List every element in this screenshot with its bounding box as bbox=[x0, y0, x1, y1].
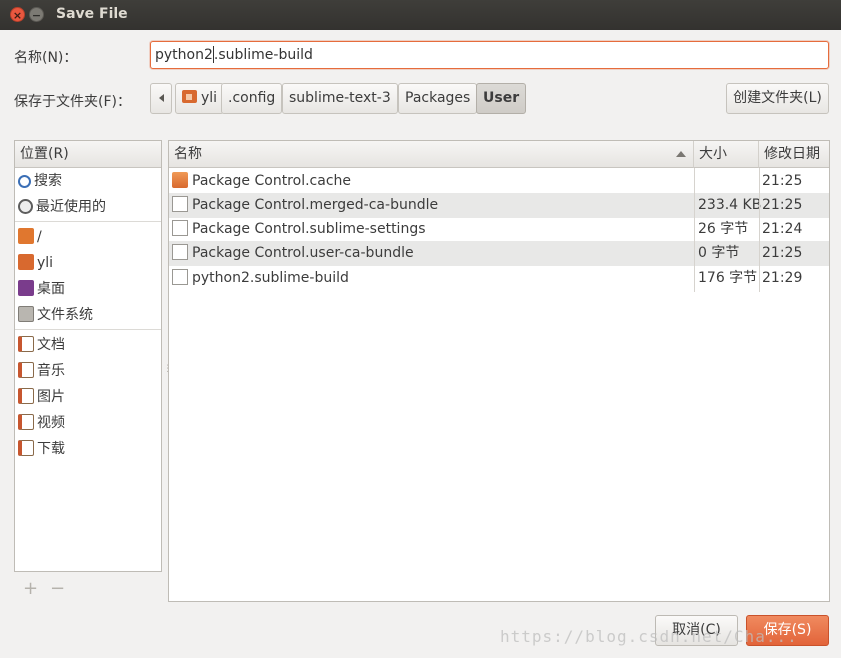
file-list: 名称 大小 修改日期 Package Control.cache 21:25 P… bbox=[168, 140, 830, 602]
file-row[interactable]: Package Control.user-ca-bundle 0 字节 21:2… bbox=[169, 241, 829, 266]
place-recent[interactable]: 最近使用的 bbox=[15, 194, 161, 220]
path-crumb-config[interactable]: .config bbox=[221, 83, 283, 114]
column-header-size[interactable]: 大小 bbox=[694, 141, 759, 168]
place-pictures[interactable]: 图片 bbox=[15, 384, 161, 410]
path-crumb-user[interactable]: User bbox=[476, 83, 527, 114]
file-icon bbox=[172, 244, 188, 260]
file-row[interactable]: Package Control.cache 21:25 bbox=[169, 169, 829, 194]
desktop-icon bbox=[18, 280, 34, 296]
places-sidebar: 位置(R) 搜索 最近使用的 / yli 桌面 文件系统 文档 音乐 图片 视频… bbox=[14, 140, 162, 572]
path-crumb-yli[interactable]: yli bbox=[175, 83, 225, 114]
column-divider bbox=[759, 168, 760, 292]
title-bar: × − Save File bbox=[0, 0, 841, 30]
places-divider bbox=[15, 329, 161, 330]
filename-input[interactable]: python2.sublime-build bbox=[150, 41, 829, 69]
downloads-icon bbox=[18, 440, 34, 456]
minimize-window-button[interactable]: − bbox=[29, 7, 44, 22]
create-folder-button[interactable]: 创建文件夹(L) bbox=[726, 83, 829, 114]
place-search[interactable]: 搜索 bbox=[15, 168, 161, 194]
close-window-button[interactable]: × bbox=[10, 7, 25, 22]
filename-part-before: python2 bbox=[155, 47, 213, 63]
add-place-button[interactable]: + bbox=[23, 578, 38, 599]
window-title: Save File bbox=[56, 6, 128, 22]
place-home[interactable]: yli bbox=[15, 250, 161, 276]
file-row[interactable]: Package Control.merged-ca-bundle 233.4 K… bbox=[169, 193, 829, 218]
sort-ascending-icon bbox=[676, 151, 686, 157]
column-header-modified[interactable]: 修改日期 bbox=[759, 141, 829, 168]
place-filesystem[interactable]: 文件系统 bbox=[15, 302, 161, 328]
file-row[interactable]: Package Control.sublime-settings 26 字节 2… bbox=[169, 217, 829, 242]
recent-icon bbox=[18, 199, 33, 214]
folder-label: 保存于文件夹(F)： bbox=[14, 94, 131, 110]
file-icon bbox=[172, 196, 188, 212]
filesystem-icon bbox=[18, 306, 34, 322]
place-downloads[interactable]: 下载 bbox=[15, 436, 161, 462]
home-icon bbox=[18, 254, 34, 270]
column-header-name[interactable]: 名称 bbox=[169, 141, 694, 168]
folder-icon bbox=[18, 228, 34, 244]
music-icon bbox=[18, 362, 34, 378]
remove-place-button[interactable]: − bbox=[50, 578, 65, 599]
filename-part-after: .sublime-build bbox=[213, 47, 313, 63]
path-crumb-packages[interactable]: Packages bbox=[398, 83, 478, 114]
chevron-left-icon bbox=[158, 94, 164, 102]
name-label: 名称(N)： bbox=[14, 50, 78, 66]
watermark-text: https://blog.csdn.net/Cha... bbox=[500, 627, 798, 646]
documents-icon bbox=[18, 336, 34, 352]
place-music[interactable]: 音乐 bbox=[15, 358, 161, 384]
path-scroll-left-button[interactable] bbox=[150, 83, 172, 114]
search-icon bbox=[18, 175, 31, 188]
pictures-icon bbox=[18, 388, 34, 404]
place-desktop[interactable]: 桌面 bbox=[15, 276, 161, 302]
videos-icon bbox=[18, 414, 34, 430]
path-crumb-sublime-text-3[interactable]: sublime-text-3 bbox=[282, 83, 398, 114]
places-divider bbox=[15, 221, 161, 222]
file-icon bbox=[172, 269, 188, 285]
place-videos[interactable]: 视频 bbox=[15, 410, 161, 436]
place-documents[interactable]: 文档 bbox=[15, 332, 161, 358]
places-header[interactable]: 位置(R) bbox=[15, 141, 161, 168]
place-root[interactable]: / bbox=[15, 224, 161, 250]
file-icon bbox=[172, 220, 188, 236]
file-row[interactable]: python2.sublime-build 176 字节 21:29 bbox=[169, 266, 829, 291]
folder-icon bbox=[172, 172, 188, 188]
column-divider bbox=[694, 168, 695, 292]
home-icon bbox=[182, 90, 197, 103]
